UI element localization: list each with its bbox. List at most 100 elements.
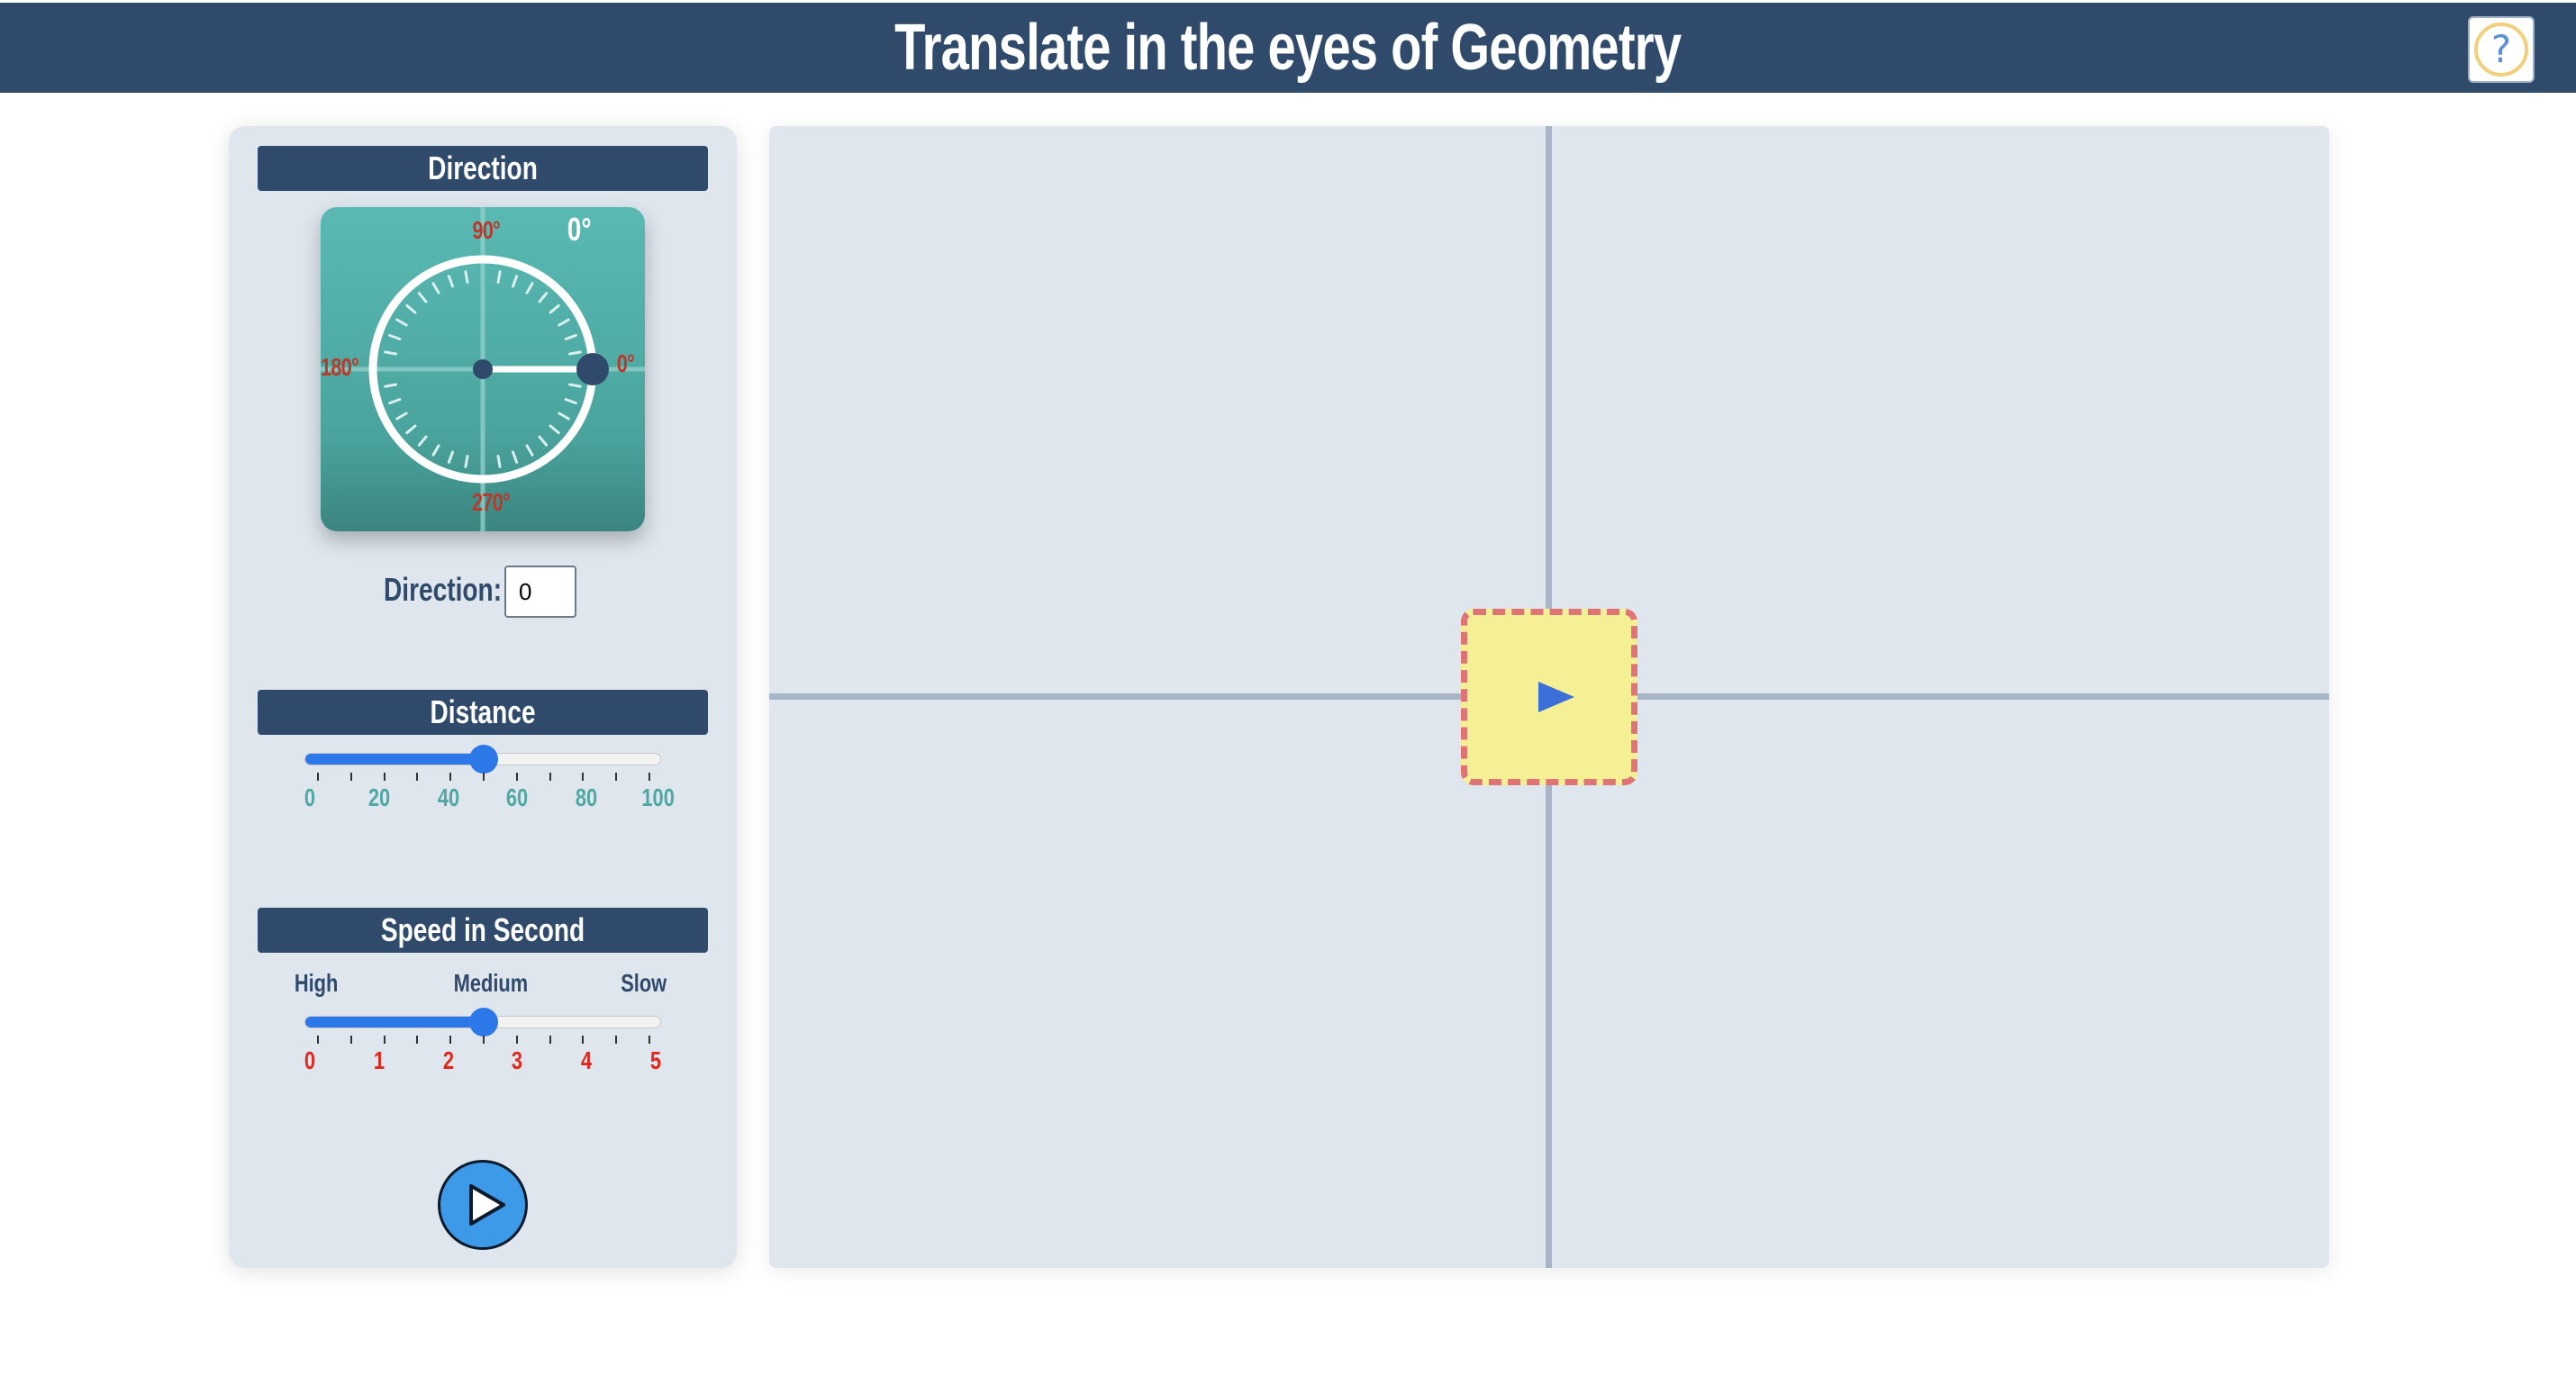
speed-slider-tick — [649, 1036, 650, 1044]
dial-tick — [464, 270, 469, 284]
distance-slider-tick — [449, 773, 452, 781]
distance-slider-tick-label: 60 — [506, 783, 529, 811]
speed-slider-tick — [615, 1036, 618, 1044]
speed-slider-tick — [449, 1036, 452, 1044]
dial-tick — [512, 275, 519, 288]
dial-tick — [395, 412, 408, 421]
dial-tick — [395, 318, 408, 327]
direction-input-label: Direction: — [384, 571, 503, 608]
distance-slider-tick-label: 80 — [576, 783, 598, 811]
dial-label-270: 270° — [471, 488, 511, 516]
speed-slider-track[interactable] — [304, 1008, 661, 1036]
direction-header: Direction — [258, 146, 708, 191]
dial-tick — [384, 383, 397, 388]
control-panel: Direction 0° 90° 180° 0° 270° Direction:… — [229, 126, 737, 1268]
play-button[interactable] — [438, 1160, 528, 1250]
distance-slider-tick-label: 20 — [367, 783, 390, 811]
top-bar: Translate in the eyes of Geometry ? — [0, 3, 2576, 93]
help-icon: ? — [2474, 23, 2528, 77]
dial-tick — [431, 444, 440, 457]
distance-slider-tick — [649, 773, 650, 781]
dial-tick — [564, 333, 577, 340]
speed-slider-fill — [305, 1017, 484, 1027]
dial-tick — [405, 424, 417, 435]
speed-slider-tick — [317, 1036, 319, 1044]
dial-tick — [405, 303, 417, 314]
dial-tick — [538, 292, 549, 303]
translation-canvas[interactable] — [769, 126, 2329, 1268]
distance-slider-track[interactable] — [304, 745, 661, 774]
dial-tick — [496, 270, 502, 284]
speed-slider-tick-label: 0 — [304, 1046, 316, 1074]
speed-slider-tick-label: 3 — [512, 1046, 523, 1074]
distance-slider-tick — [615, 773, 618, 781]
speed-slider-tick — [549, 1036, 551, 1044]
speed-slider-tick — [383, 1036, 385, 1044]
speed-slider-thumb[interactable] — [469, 1008, 498, 1036]
distance-slider-tick — [349, 773, 352, 781]
speed-slider-tick — [582, 1036, 585, 1044]
dial-tick — [417, 292, 428, 303]
dial-tick — [417, 435, 428, 447]
dial-tick — [568, 350, 582, 356]
dial-tick — [464, 455, 469, 468]
speed-slider-tick-label: 2 — [442, 1046, 454, 1074]
distance-slider[interactable]: 0 20 40 60 80 100 — [229, 745, 737, 825]
distance-slider-tick — [549, 773, 551, 781]
speed-header: Speed in Second — [258, 908, 708, 953]
speed-slider-tick — [483, 1036, 485, 1044]
distance-slider-tick — [383, 773, 385, 781]
distance-slider-tick — [416, 773, 419, 781]
dial-tick — [568, 383, 582, 388]
dial-tick — [549, 424, 560, 435]
play-triangle-icon — [1538, 682, 1574, 712]
dial-center — [473, 359, 493, 379]
distance-slider-tick — [483, 773, 485, 781]
dial-tick — [564, 398, 577, 405]
speed-slider-tick — [416, 1036, 419, 1044]
speed-slider[interactable]: 0 1 2 3 4 5 — [229, 1008, 737, 1088]
dial-tick — [388, 333, 402, 340]
dial-tick — [447, 450, 454, 464]
distance-header: Distance — [258, 690, 708, 735]
distance-slider-tick — [515, 773, 518, 781]
play-icon — [469, 1184, 505, 1226]
speed-label-high: High — [294, 969, 339, 997]
speed-slider-tick — [515, 1036, 518, 1044]
dial-tick — [388, 398, 402, 405]
dial-label-180: 180° — [321, 353, 359, 381]
dial-label-90: 90° — [472, 216, 501, 244]
dial-tick — [558, 412, 570, 421]
speed-slider-tick — [349, 1036, 352, 1044]
distance-slider-tick-label: 40 — [437, 783, 459, 811]
dial-tick — [538, 435, 549, 447]
dial-tick — [525, 444, 534, 457]
distance-slider-tick — [582, 773, 585, 781]
dial-label-0: 0° — [616, 349, 635, 377]
distance-slider-tick — [317, 773, 319, 781]
page-title: Translate in the eyes of Geometry — [894, 12, 1682, 84]
dial-tick — [496, 455, 502, 468]
dial-tick — [525, 282, 534, 294]
direction-dial[interactable]: 0° 90° 180° 0° 270° — [321, 207, 645, 531]
speed-slider-tick-label: 1 — [373, 1046, 385, 1074]
dial-graphic — [321, 207, 645, 531]
dial-handle[interactable] — [576, 353, 609, 385]
help-button[interactable]: ? — [2468, 16, 2535, 83]
dial-tick — [558, 318, 570, 327]
speed-slider-tick-label: 5 — [649, 1046, 662, 1074]
direction-input[interactable] — [504, 566, 576, 618]
dial-tick — [549, 303, 560, 314]
dial-tick — [384, 350, 397, 356]
speed-label-slow: Slow — [621, 969, 667, 997]
speed-label-medium: Medium — [453, 969, 529, 997]
translatable-shape[interactable] — [1461, 609, 1637, 785]
distance-slider-tick-label: 0 — [304, 783, 316, 811]
dial-angle-readout: 0° — [567, 211, 592, 248]
distance-slider-fill — [305, 754, 484, 765]
distance-slider-thumb[interactable] — [469, 745, 498, 774]
dial-tick — [447, 275, 454, 288]
distance-slider-tick-label: 100 — [641, 783, 675, 811]
dial-tick — [512, 450, 519, 464]
speed-slider-tick-label: 4 — [581, 1046, 593, 1074]
